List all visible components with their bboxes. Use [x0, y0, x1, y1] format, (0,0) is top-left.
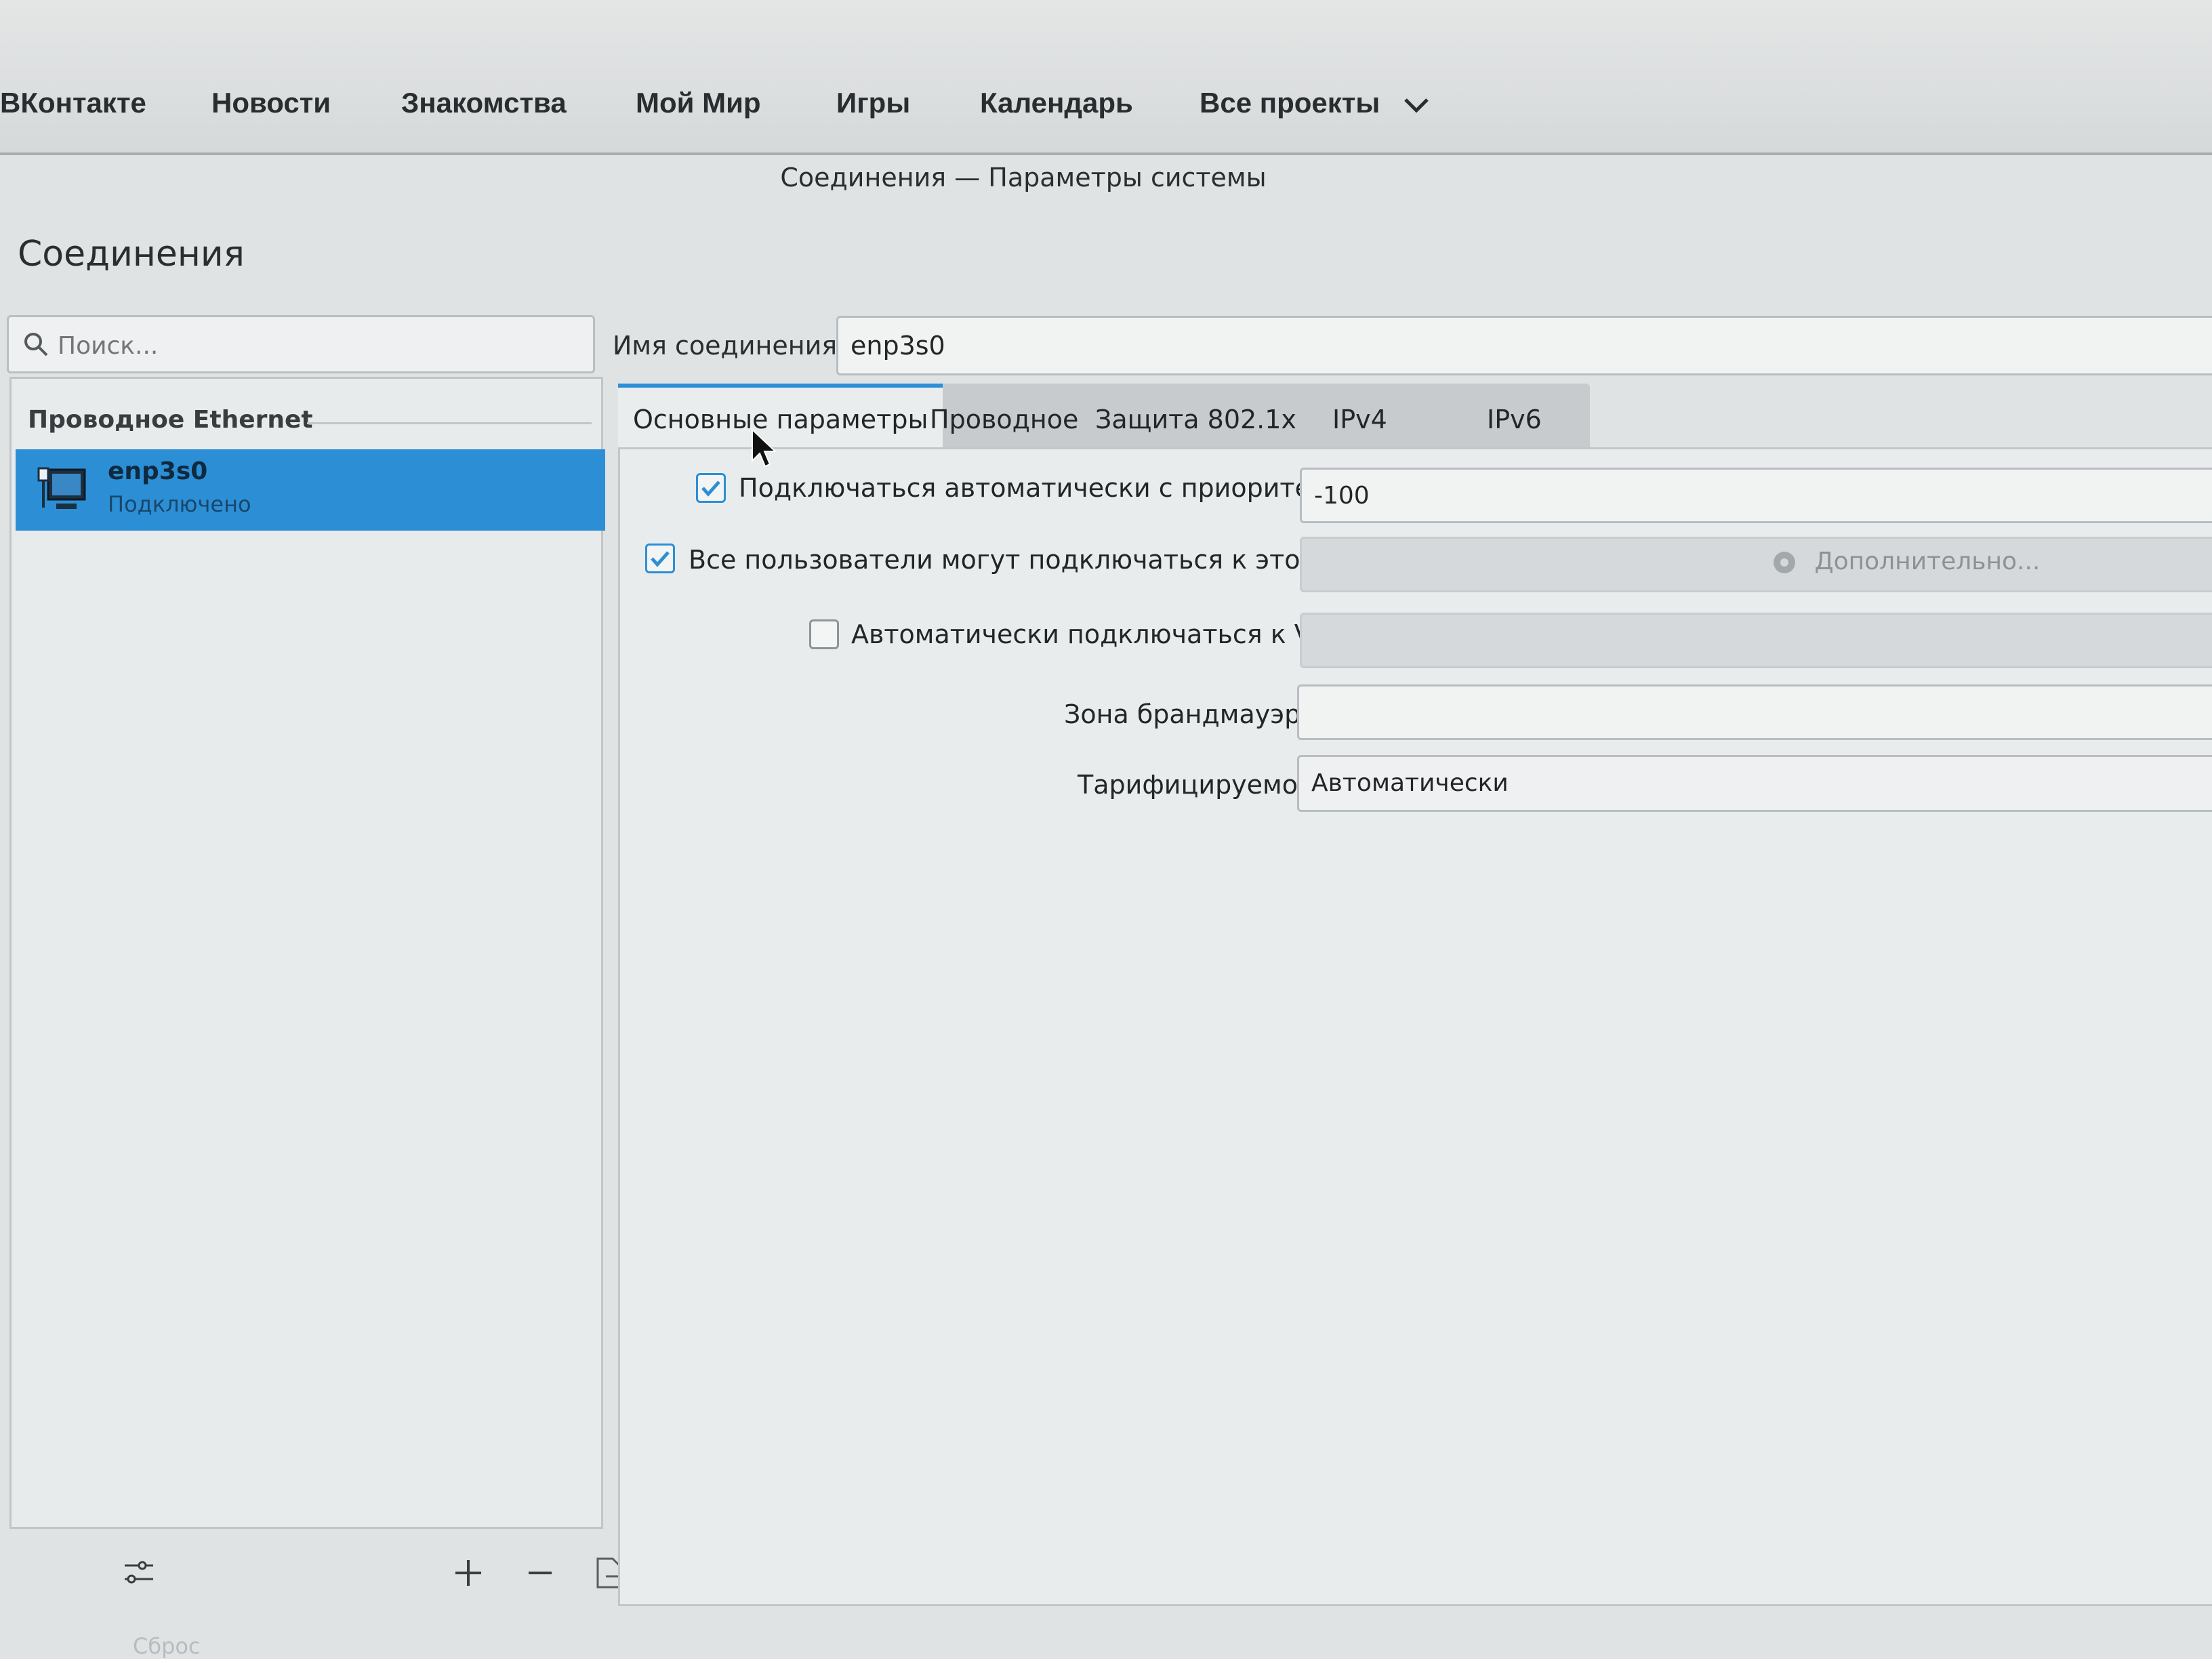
vpn-auto-connect-checkbox[interactable]: [809, 619, 839, 649]
priority-field[interactable]: [1300, 468, 2212, 523]
vpn-select: [1300, 613, 2212, 668]
connection-name-label: Имя соединения:: [613, 331, 846, 361]
nav-link-dating[interactable]: Знакомства: [401, 87, 567, 119]
all-projects-label: Все проекты: [1200, 87, 1380, 119]
nav-link-games[interactable]: Игры: [836, 87, 910, 119]
tab-ipv6[interactable]: IPv6: [1487, 384, 1542, 449]
search-input[interactable]: [56, 327, 574, 365]
firewall-zone-select[interactable]: [1297, 684, 2212, 740]
group-divider: [307, 422, 592, 424]
connection-status: Подключено: [108, 491, 251, 517]
web-nav-bar: ВКонтакте Новости Знакомства Мой Мир Игр…: [0, 0, 2212, 155]
reset-button[interactable]: Сброс: [133, 1633, 201, 1659]
wired-network-icon: [37, 467, 86, 509]
nav-link-news[interactable]: Новости: [211, 87, 331, 119]
mouse-cursor-icon: [752, 428, 777, 468]
nav-link-vkontakte[interactable]: ВКонтакте: [0, 87, 146, 119]
connection-name-field[interactable]: [836, 316, 2212, 375]
window-title: Соединения — Параметры системы: [780, 163, 1267, 192]
search-box[interactable]: [7, 315, 595, 373]
nav-link-all-projects[interactable]: Все проекты: [1200, 87, 1430, 119]
checkmark-icon: [701, 480, 720, 497]
vpn-auto-connect-label: Автоматически подключаться к VPN:: [851, 619, 1355, 649]
page-title: Соединения: [18, 234, 245, 274]
advanced-button-container: [1300, 537, 2212, 592]
advanced-button-label: Дополнительно...: [1814, 548, 2041, 575]
group-header-wired-ethernet: Проводное Ethernet: [28, 406, 313, 434]
all-users-checkbox[interactable]: [645, 544, 675, 573]
nav-link-calendar[interactable]: Календарь: [980, 87, 1133, 119]
metered-select[interactable]: Автоматически: [1297, 755, 2212, 812]
advanced-button: Дополнительно...: [1771, 548, 2040, 575]
add-connection-icon[interactable]: [451, 1556, 485, 1590]
tab-wired[interactable]: Проводное: [930, 384, 1078, 449]
remove-connection-icon[interactable]: [523, 1556, 557, 1590]
checkmark-icon: [651, 551, 670, 567]
tab-ipv4[interactable]: IPv4: [1332, 384, 1387, 449]
chevron-down-icon: [1404, 98, 1429, 113]
auto-connect-label: Подключаться автоматически с приоритетом…: [739, 473, 1370, 503]
auto-connect-checkbox[interactable]: [696, 473, 726, 503]
search-icon: [24, 333, 48, 356]
list-item-enp3s0[interactable]: enp3s0 Подключено: [16, 449, 605, 531]
settings-icon: [1774, 552, 1795, 573]
nav-link-my-world[interactable]: Мой Мир: [636, 87, 761, 119]
firewall-zone-label: Зона брандмауэра:: [1064, 699, 1326, 729]
all-users-label: Все пользователи могут подключаться к эт…: [689, 545, 1387, 575]
settings-sliders-icon[interactable]: [122, 1556, 156, 1590]
connection-list: Проводное Ethernet enp3s0 Подключено: [9, 377, 605, 1529]
connection-name: enp3s0: [108, 457, 208, 485]
tab-security-8021x[interactable]: Защита 802.1x: [1095, 384, 1296, 449]
metered-label: Тарифицируемое:: [1078, 770, 1323, 800]
tab-general[interactable]: Основные параметры: [618, 384, 943, 449]
